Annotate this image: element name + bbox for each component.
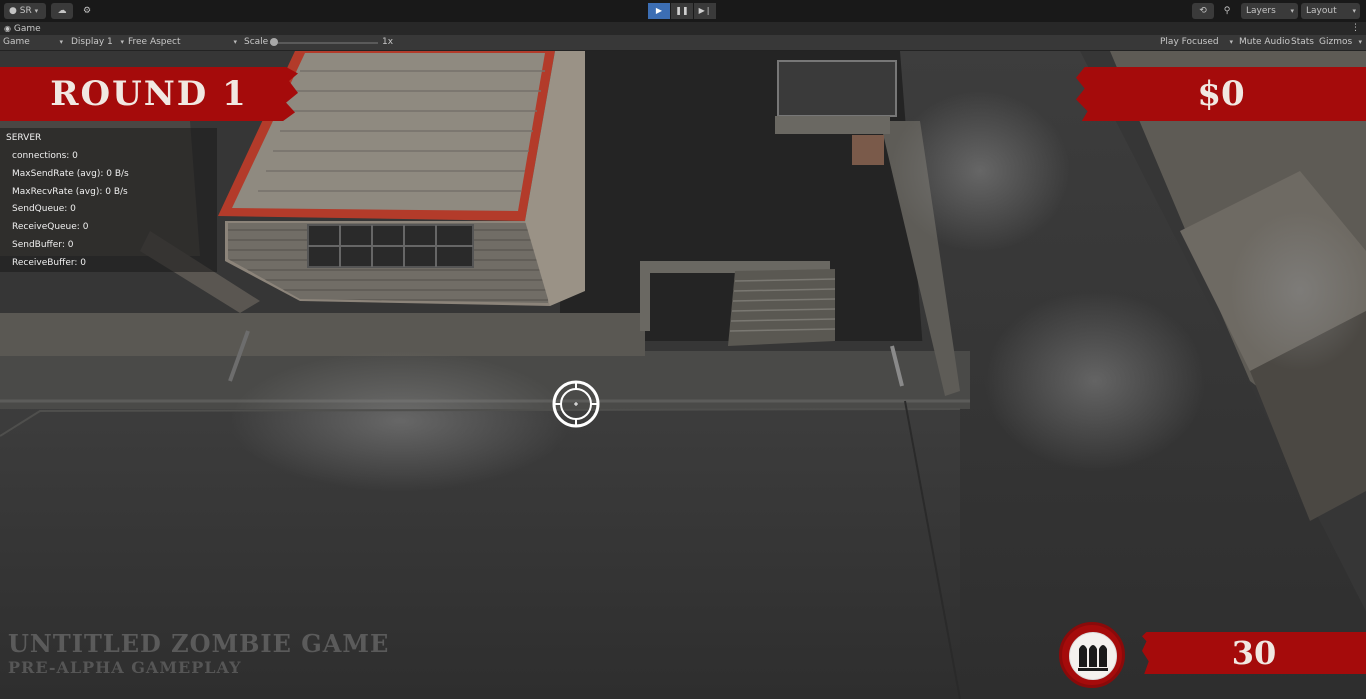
- game-view-toolbar: Game ▾ Display 1 ▾ Free Aspect ▾ Scale 1…: [0, 35, 1366, 51]
- tab-row: ◉ Game ⋮: [0, 22, 1366, 35]
- history-icon: ⟲: [1199, 6, 1207, 16]
- tab-game[interactable]: ◉ Game: [4, 22, 41, 36]
- server-stat-line: SendQueue: 0: [12, 204, 76, 214]
- editor-toolbar: ● SR ▾ ☁ ⚙ ▶ ❚❚ ▶❘ ⟲ ⚲ Layers ▾ Layout ▾: [0, 0, 1366, 23]
- play-button[interactable]: ▶: [648, 3, 670, 19]
- step-button[interactable]: ▶❘: [694, 3, 716, 19]
- bullets-icon: [1078, 645, 1108, 671]
- layers-dropdown[interactable]: Layers ▾: [1241, 3, 1298, 19]
- history-button[interactable]: ⟲: [1192, 3, 1214, 19]
- server-stats-panel: SERVER connections: 0 MaxSendRate (avg):…: [0, 128, 217, 272]
- mute-audio-toggle[interactable]: Mute Audio: [1239, 35, 1290, 50]
- layout-dropdown[interactable]: Layout ▾: [1301, 3, 1360, 19]
- scale-slider-handle[interactable]: [270, 38, 278, 46]
- layers-label: Layers: [1246, 6, 1276, 16]
- view-mode-label: Game: [3, 37, 30, 47]
- cloud-icon: ☁: [57, 6, 67, 16]
- layout-label: Layout: [1306, 6, 1337, 16]
- chevron-down-icon: ▾: [34, 7, 39, 15]
- crosshair-icon: [552, 380, 600, 428]
- server-stat-line: SendBuffer: 0: [12, 240, 74, 250]
- step-icon: ▶❘: [698, 6, 712, 15]
- server-stat-line: ReceiveQueue: 0: [12, 222, 89, 232]
- scale-value: 1x: [382, 37, 394, 47]
- chevron-down-icon: ▾: [59, 38, 63, 46]
- server-stat-line: connections: 0: [12, 151, 78, 161]
- account-label: SR: [19, 6, 32, 16]
- play-mode-dropdown[interactable]: Play Focused ▾: [1160, 35, 1233, 50]
- server-stat-line: MaxSendRate (avg): 0 B/s: [12, 169, 129, 179]
- display-label: Display 1: [71, 37, 113, 47]
- gamepad-icon: ◉: [4, 24, 11, 33]
- search-icon: ⚲: [1223, 6, 1231, 16]
- ammo-icon: [1059, 622, 1125, 688]
- collab-button[interactable]: ⚙: [77, 3, 97, 19]
- tab-game-label: Game: [13, 24, 41, 34]
- server-stat-line: ReceiveBuffer: 0: [12, 258, 87, 268]
- account-icon: ●: [9, 6, 17, 16]
- chevron-down-icon: ▾: [1352, 7, 1356, 15]
- round-banner: ROUND 1: [0, 67, 298, 121]
- watermark-subtitle: PRE-ALPHA GAMEPLAY: [8, 658, 242, 677]
- account-dropdown[interactable]: ● SR ▾: [4, 3, 46, 19]
- money-banner: $0: [1076, 67, 1366, 121]
- scale-slider-track[interactable]: [270, 42, 378, 44]
- play-mode-label: Play Focused: [1160, 37, 1219, 47]
- scale-label: Scale: [244, 37, 269, 47]
- cloud-button[interactable]: ☁: [51, 3, 73, 19]
- pause-icon: ❚❚: [675, 6, 689, 15]
- ammo-count: 30: [1142, 632, 1366, 674]
- server-title: SERVER: [6, 133, 42, 143]
- chevron-down-icon: ▾: [120, 38, 124, 46]
- stats-toggle[interactable]: Stats: [1291, 35, 1314, 50]
- watermark-title: UNTITLED ZOMBIE GAME: [8, 629, 390, 658]
- tab-menu-icon[interactable]: ⋮: [1351, 22, 1360, 35]
- chevron-down-icon: ▾: [1290, 7, 1294, 15]
- gizmos-label: Gizmos: [1319, 37, 1353, 47]
- play-icon: ▶: [655, 6, 663, 15]
- gizmos-dropdown[interactable]: Gizmos ▾: [1319, 35, 1362, 50]
- game-viewport[interactable]: ROUND 1 $0 SERVER connections: 0 MaxSend…: [0, 51, 1366, 699]
- play-controls: ▶ ❚❚ ▶❘: [648, 3, 716, 19]
- pause-button[interactable]: ❚❚: [671, 3, 693, 19]
- chevron-down-icon: ▾: [1358, 38, 1362, 46]
- view-mode-dropdown[interactable]: Game ▾: [3, 35, 63, 50]
- collab-icon: ⚙: [82, 6, 92, 16]
- chevron-down-icon: ▾: [233, 38, 237, 46]
- display-dropdown[interactable]: Display 1 ▾: [71, 35, 124, 50]
- search-button[interactable]: ⚲: [1217, 3, 1237, 19]
- aspect-dropdown[interactable]: Free Aspect ▾: [128, 35, 237, 50]
- chevron-down-icon: ▾: [1229, 38, 1233, 46]
- server-stat-line: MaxRecvRate (avg): 0 B/s: [12, 187, 128, 197]
- aspect-label: Free Aspect: [128, 37, 181, 47]
